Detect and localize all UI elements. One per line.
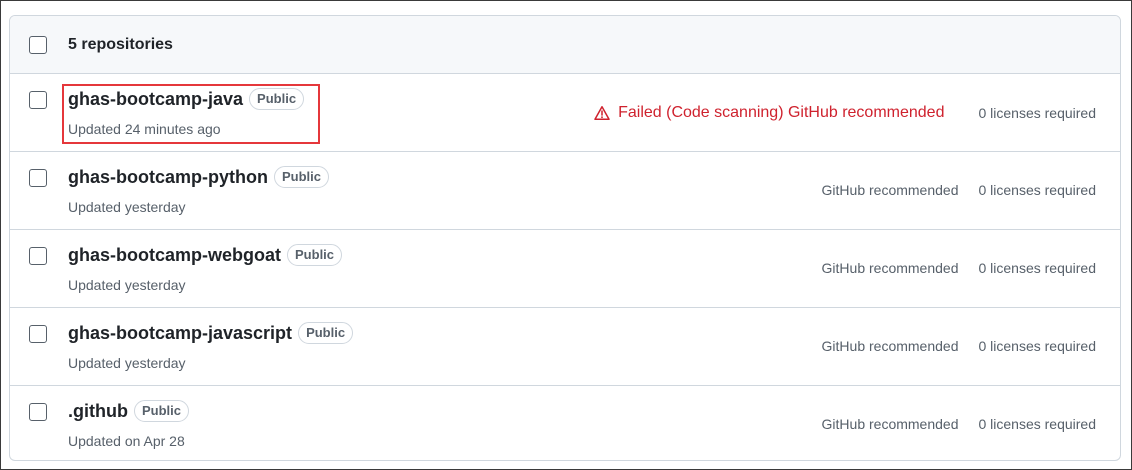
repository-row: ghas-bootcamp-javascript Public Updated …: [10, 308, 1120, 386]
repository-name-link[interactable]: ghas-bootcamp-webgoat: [68, 245, 281, 266]
repository-checkbox[interactable]: [29, 247, 47, 265]
licenses-required: 0 licenses required: [978, 260, 1096, 276]
updated-timestamp: Updated on Apr 28: [68, 433, 185, 449]
status-failed: Failed (Code scanning) GitHub recommende…: [594, 104, 944, 122]
visibility-badge: Public: [133, 400, 189, 422]
status-text: GitHub recommended: [821, 260, 959, 276]
visibility-badge: Public: [287, 244, 343, 266]
updated-timestamp: Updated yesterday: [68, 355, 186, 371]
visibility-badge: Public: [274, 166, 330, 188]
licenses-required: 0 licenses required: [978, 182, 1096, 198]
select-all-checkbox[interactable]: [29, 36, 47, 54]
updated-timestamp: Updated yesterday: [68, 277, 186, 293]
repository-name-link[interactable]: .github: [68, 401, 128, 422]
repository-row: ghas-bootcamp-webgoat Public Updated yes…: [10, 230, 1120, 308]
visibility-badge: Public: [249, 88, 305, 110]
repository-checkbox[interactable]: [29, 403, 47, 421]
updated-timestamp: Updated 24 minutes ago: [68, 121, 221, 137]
repository-count: 5 repositories: [68, 36, 173, 53]
licenses-required: 0 licenses required: [978, 416, 1096, 432]
visibility-badge: Public: [298, 322, 354, 344]
status-text: GitHub recommended: [821, 182, 959, 198]
repository-checkbox[interactable]: [29, 169, 47, 187]
repository-checkbox[interactable]: [29, 91, 47, 109]
alert-triangle-icon: [594, 106, 610, 120]
repository-name-link[interactable]: ghas-bootcamp-javascript: [68, 323, 292, 344]
status-text: Failed (Code scanning) GitHub recommende…: [618, 104, 945, 121]
repository-row: ghas-bootcamp-python Public Updated yest…: [10, 152, 1120, 230]
repository-name-link[interactable]: ghas-bootcamp-python: [68, 167, 268, 188]
licenses-required: 0 licenses required: [978, 105, 1096, 121]
repository-name-link[interactable]: ghas-bootcamp-java: [68, 89, 243, 110]
updated-timestamp: Updated yesterday: [68, 199, 186, 215]
status-text: GitHub recommended: [821, 416, 959, 432]
repository-list: 5 repositories ghas-bootcamp-java Public…: [9, 15, 1121, 461]
status-text: GitHub recommended: [821, 338, 959, 354]
list-header: 5 repositories: [10, 16, 1120, 74]
repository-checkbox[interactable]: [29, 325, 47, 343]
licenses-required: 0 licenses required: [978, 338, 1096, 354]
repository-row: .github Public Updated on Apr 28 GitHub …: [10, 386, 1120, 460]
repository-row: ghas-bootcamp-java Public Updated 24 min…: [10, 74, 1120, 152]
